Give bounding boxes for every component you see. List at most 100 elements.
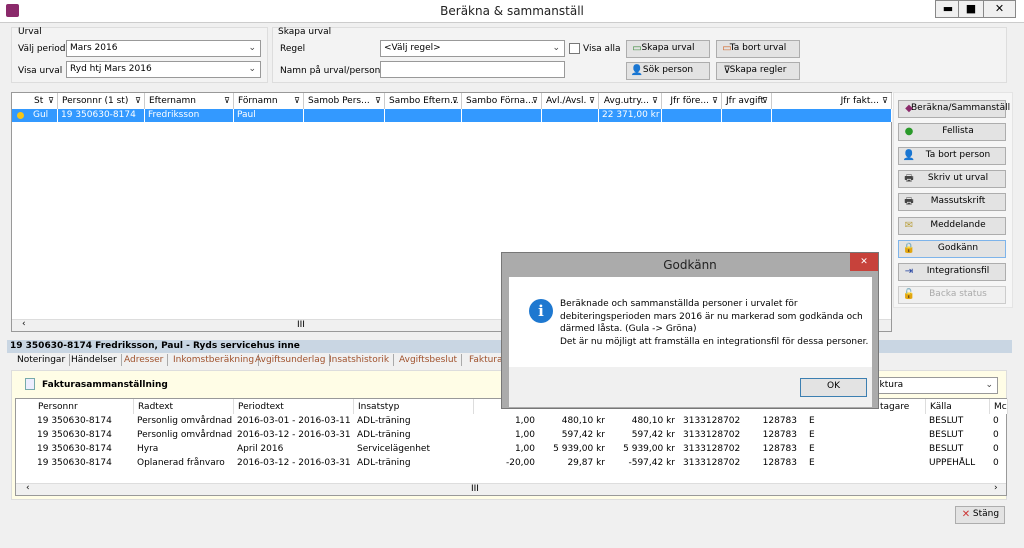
filter-icon[interactable]: ⊽ [712, 93, 718, 109]
faktura-select[interactable]: aktura ⌄ [870, 377, 998, 394]
column-header[interactable]: Jfr före... ⊽ [662, 93, 722, 109]
filter-icon[interactable]: ⊽ [762, 93, 768, 109]
column-header[interactable]: Källa [926, 399, 990, 414]
table-cell: Fredriksson [145, 109, 234, 122]
scroll-thumb[interactable]: III [471, 484, 479, 494]
filter-icon[interactable]: ⊽ [375, 93, 381, 109]
urval-group-label: Urval [18, 27, 42, 37]
table-cell: 480,10 kr [631, 416, 675, 426]
column-header[interactable]: tagare [876, 399, 926, 414]
column-header-label: Sambo Förna... [466, 96, 534, 106]
column-header-label: Avl./Avsl. [546, 96, 587, 106]
table-cell: 0 [993, 444, 999, 454]
table-row[interactable]: 19 350630-8174 Personlig omvårdnad 2016-03… [16, 429, 1006, 442]
table-cell: Oplanerad frånvaro [137, 458, 225, 468]
dialog-title: Godkänn [663, 258, 717, 272]
filter-icon[interactable]: ⊽ [135, 93, 141, 109]
table-row[interactable]: 19 350630-8174 Oplanerad frånvaro 2016-03-… [16, 457, 1006, 470]
column-header[interactable]: Radtext [134, 399, 234, 414]
column-header[interactable]: Efternamn ⊽ [145, 93, 234, 109]
chevron-down-icon: ⌄ [985, 380, 993, 390]
sok-person-button[interactable]: 👤 Sök person [626, 62, 710, 80]
column-header[interactable]: Sambo Förna... ⊽ [462, 93, 542, 109]
period-label: Välj period [18, 44, 66, 54]
column-header[interactable]: Avg.utry... ⊽ [599, 93, 662, 109]
visa-alla-checkbox[interactable] [569, 43, 580, 54]
skapa-urval-button[interactable]: ▭ Skapa urval [626, 40, 710, 58]
filter-icon[interactable]: ⊽ [48, 93, 54, 109]
regel-select[interactable]: <Välj regel> ⌄ [380, 40, 565, 57]
column-header[interactable]: Personnr (1 st) ⊽ [58, 93, 145, 109]
tab-noteringar[interactable]: Noteringar [13, 354, 71, 366]
column-header[interactable]: Personnr [34, 399, 134, 414]
column-header[interactable]: Jfr fakt... ⊽ [772, 93, 892, 109]
filter-icon[interactable]: ⊽ [589, 93, 595, 109]
column-header[interactable]: Jfr avgift ⊽ [722, 93, 772, 109]
side-button-massutskrift[interactable]: 🖶 Massutskrift [898, 193, 1006, 212]
filter-icon[interactable]: ⊽ [224, 93, 230, 109]
tab-inkomstberäkning[interactable]: Inkomstberäkning [169, 354, 260, 366]
create-list-icon: ▭ [632, 43, 642, 54]
column-header[interactable]: Insatstyp [354, 399, 474, 414]
table-cell: 2016-03-01 - 2016-03-11 [237, 416, 351, 426]
column-header[interactable]: Sambo Eftern... ⊽ [385, 93, 462, 109]
ok-button[interactable]: OK [800, 378, 867, 397]
stang-button[interactable]: ✕ Stäng [955, 506, 1005, 524]
side-button-meddelande[interactable]: ✉ Meddelande [898, 216, 1006, 235]
scroll-left-arrow[interactable]: ‹ [22, 319, 26, 329]
filter-icon[interactable]: ⊽ [452, 93, 458, 109]
visa-urval-value: Ryd htj Mars 2016 [70, 64, 152, 74]
filter-icon[interactable]: ⊽ [294, 93, 300, 109]
column-header[interactable]: Förnamn ⊽ [234, 93, 304, 109]
close-button[interactable]: ✕ [983, 0, 1016, 18]
side-button-fellista[interactable]: ● Fellista [898, 123, 1006, 142]
table-cell: April 2016 [237, 444, 284, 454]
tab-avgiftsbeslut[interactable]: Avgiftsbeslut [395, 354, 463, 366]
side-button-integrationsfil[interactable]: ⇥ Integrationsfil [898, 263, 1006, 282]
tab-adresser[interactable]: Adresser [120, 354, 169, 366]
table-cell: 3133128702 [683, 444, 741, 454]
table-row[interactable]: 19 350630-8174 Personlig omvårdnad 2016-03… [16, 415, 1006, 428]
tab-händelser[interactable]: Händelser [67, 354, 122, 366]
printer-icon: 🖶 [904, 172, 914, 184]
filter-icon[interactable]: ⊽ [652, 93, 658, 109]
side-button-label: Backa status [929, 289, 987, 300]
table-row[interactable]: 19 350630-8174 Hyra April 2016 Servicelägen… [16, 443, 1006, 456]
column-header-label: Jfr före... [670, 96, 709, 106]
visa-urval-select[interactable]: Ryd htj Mars 2016 ⌄ [66, 61, 261, 78]
side-button-ta-bort-person[interactable]: 👤 Ta bort person [898, 146, 1006, 165]
scroll-left-arrow[interactable]: ‹ [26, 483, 30, 493]
chevron-down-icon: ⌄ [248, 43, 256, 53]
side-button-skriv-ut-urval[interactable]: 🖶 Skriv ut urval [898, 169, 1006, 188]
table-row[interactable]: Gul 19 350630-8174 Fredriksson Paul 22 371,0… [12, 109, 951, 122]
table-cell: Personlig omvårdnad [137, 416, 233, 426]
table-cell: E [809, 444, 815, 454]
filter-icon[interactable]: ⊽ [532, 93, 538, 109]
table-cell: 19 350630-8174 [37, 444, 112, 454]
table-cell: ADL-träning [357, 430, 411, 440]
column-header[interactable]: Periodtext [234, 399, 354, 414]
maximize-button[interactable]: ■ [958, 0, 984, 18]
side-button-beräkna-sammanställ[interactable]: ◆ Beräkna/Sammanställ [898, 100, 1010, 118]
column-header[interactable]: Samob Pers... ⊽ [304, 93, 385, 109]
column-header[interactable]: St ⊽ [30, 93, 58, 109]
column-header[interactable]: Mc [990, 399, 1008, 414]
table-cell: 0 [993, 416, 999, 426]
visa-urval-label: Visa urval [18, 66, 63, 76]
detail-horizontal-scrollbar[interactable]: ‹ III › [16, 483, 1006, 495]
scroll-right-arrow[interactable]: › [994, 483, 998, 493]
namn-input[interactable] [380, 61, 565, 78]
column-header[interactable]: Avl./Avsl. ⊽ [542, 93, 599, 109]
tab-insatshistorik[interactable]: Insatshistorik [325, 354, 395, 366]
filter-icon[interactable]: ⊽ [882, 93, 888, 109]
scroll-thumb[interactable]: III [297, 320, 305, 330]
table-cell: Personlig omvårdnad [137, 430, 233, 440]
ta-bort-urval-button[interactable]: ▭ Ta bort urval [716, 40, 800, 58]
tab-avgiftsunderlag[interactable]: Avgiftsunderlag [251, 354, 331, 366]
dialog-close-button[interactable]: ✕ [850, 253, 878, 271]
dialog-body: i Beräknade och sammanställda personer i… [509, 277, 872, 367]
skapa-regler-button[interactable]: ⊽ Skapa regler [716, 62, 800, 80]
filter-icon: ⊽ [723, 65, 731, 76]
period-select[interactable]: Mars 2016 ⌄ [66, 40, 261, 57]
side-button-godkänn[interactable]: 🔒 Godkänn [898, 239, 1006, 258]
